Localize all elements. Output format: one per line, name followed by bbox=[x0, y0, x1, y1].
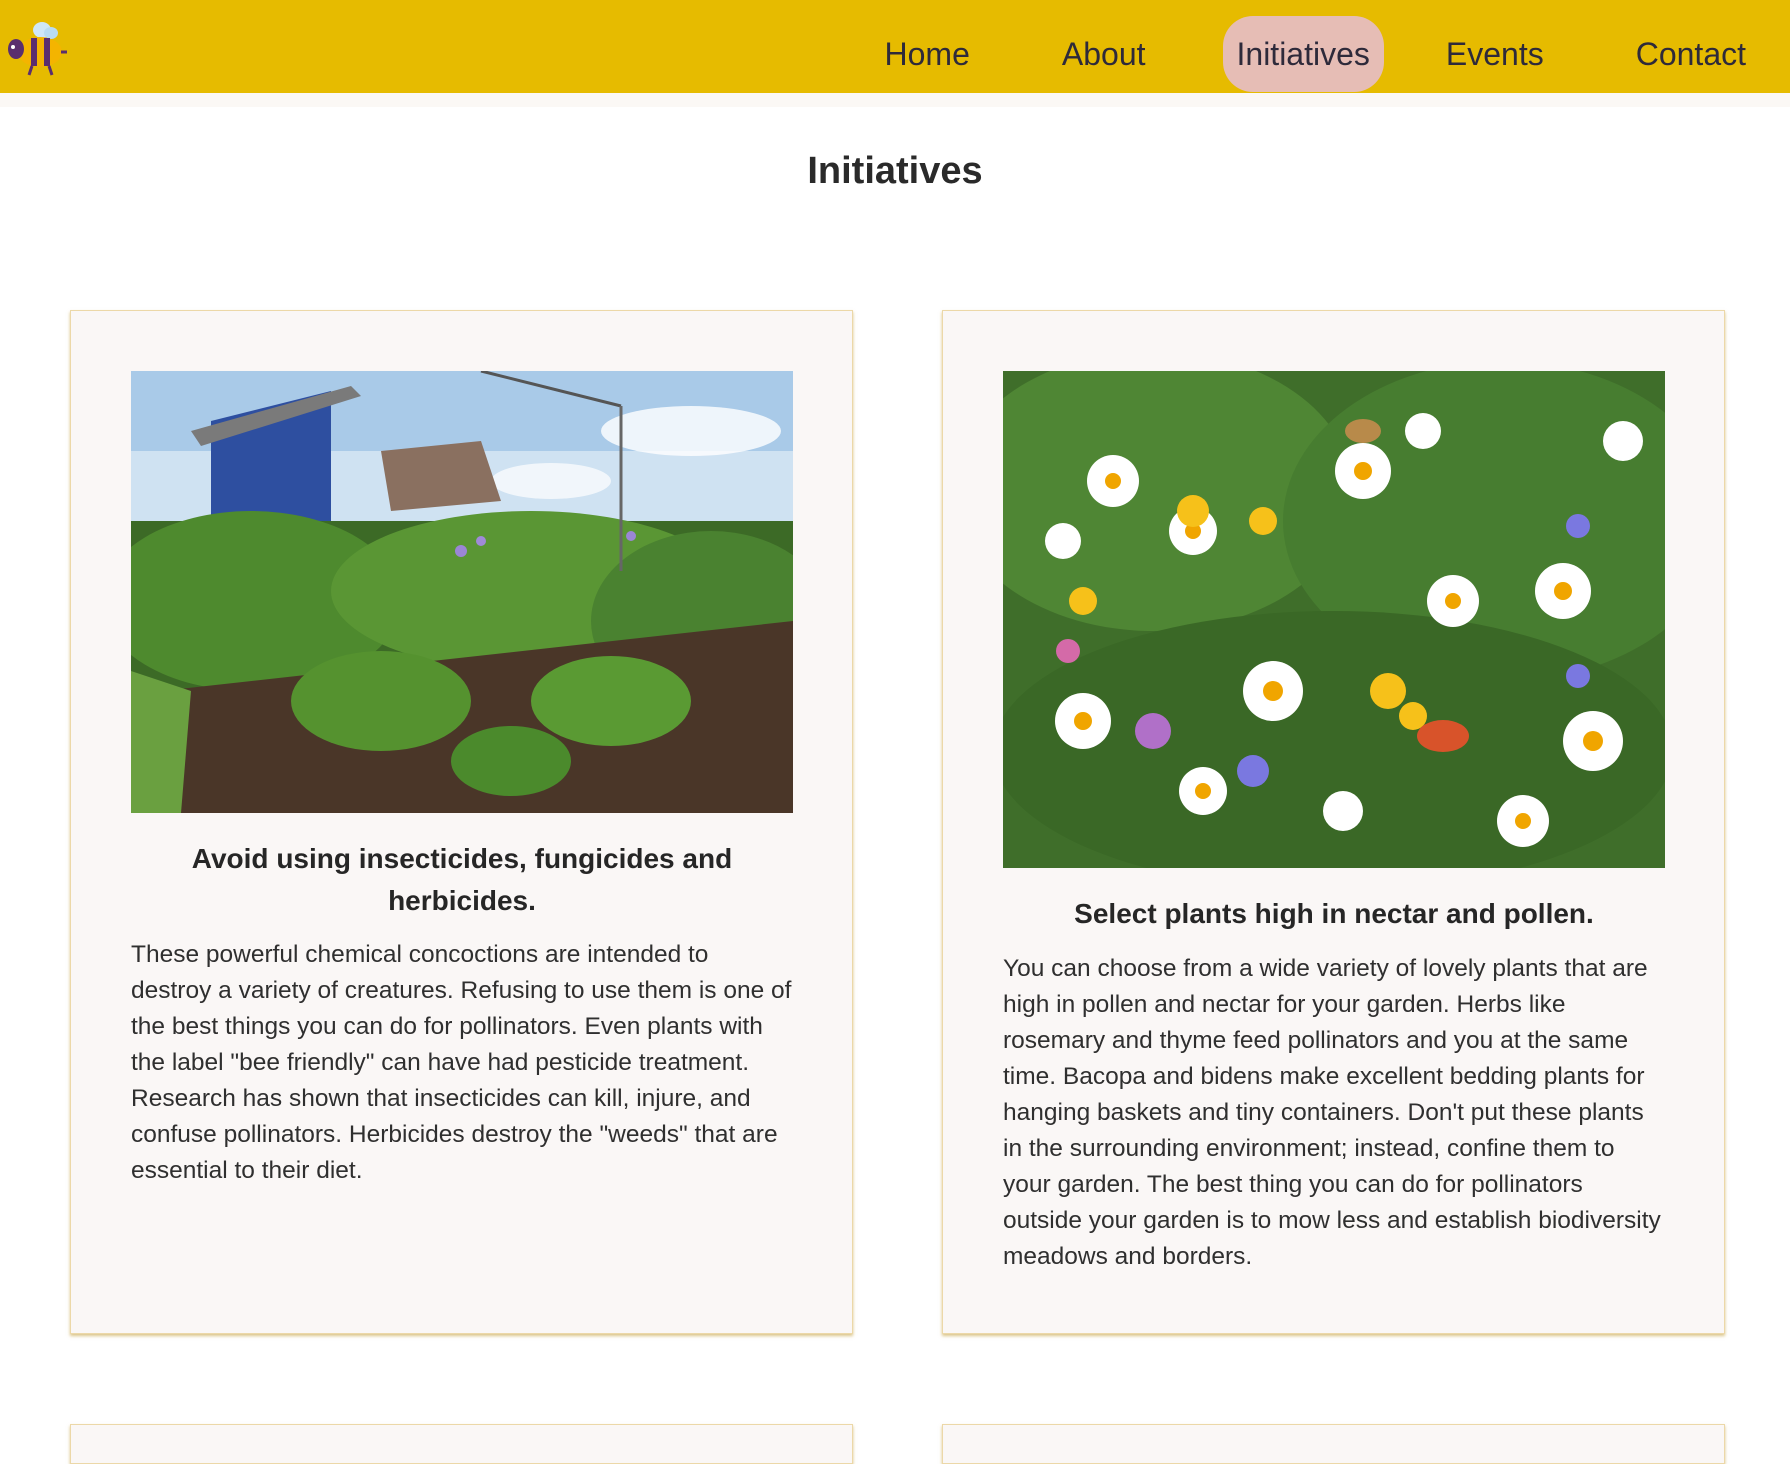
card-body: These powerful chemical concoctions are … bbox=[131, 941, 792, 1184]
nav-events[interactable]: Events bbox=[1431, 16, 1559, 92]
main-nav: Home About Initiatives Events Contact bbox=[870, 16, 1790, 92]
top-navbar: Home About Initiatives Events Contact bbox=[0, 0, 1790, 107]
nav-initiatives[interactable]: Initiatives bbox=[1222, 16, 1384, 92]
initiative-card-pesticides: Avoid using insecticides, fungicides and… bbox=[70, 310, 853, 1334]
wildflower-meadow-image bbox=[1003, 371, 1665, 868]
initiative-card-plants: Select plants high in nectar and pollen.… bbox=[942, 310, 1725, 1334]
card-body: You can choose from a wide variety of lo… bbox=[1003, 955, 1661, 1270]
bee-icon[interactable] bbox=[4, 18, 70, 78]
card-heading: Select plants high in nectar and pollen. bbox=[1074, 898, 1594, 929]
allotment-garden-image bbox=[131, 371, 793, 813]
page-title: Initiatives bbox=[807, 150, 983, 192]
nav-home[interactable]: Home bbox=[870, 16, 985, 92]
initiative-card-partial bbox=[70, 1424, 853, 1464]
nav-about[interactable]: About bbox=[1047, 16, 1161, 92]
nav-contact[interactable]: Contact bbox=[1621, 16, 1761, 92]
card-heading: Avoid using insecticides, fungicides and… bbox=[191, 843, 733, 916]
initiative-card-partial bbox=[942, 1424, 1725, 1464]
